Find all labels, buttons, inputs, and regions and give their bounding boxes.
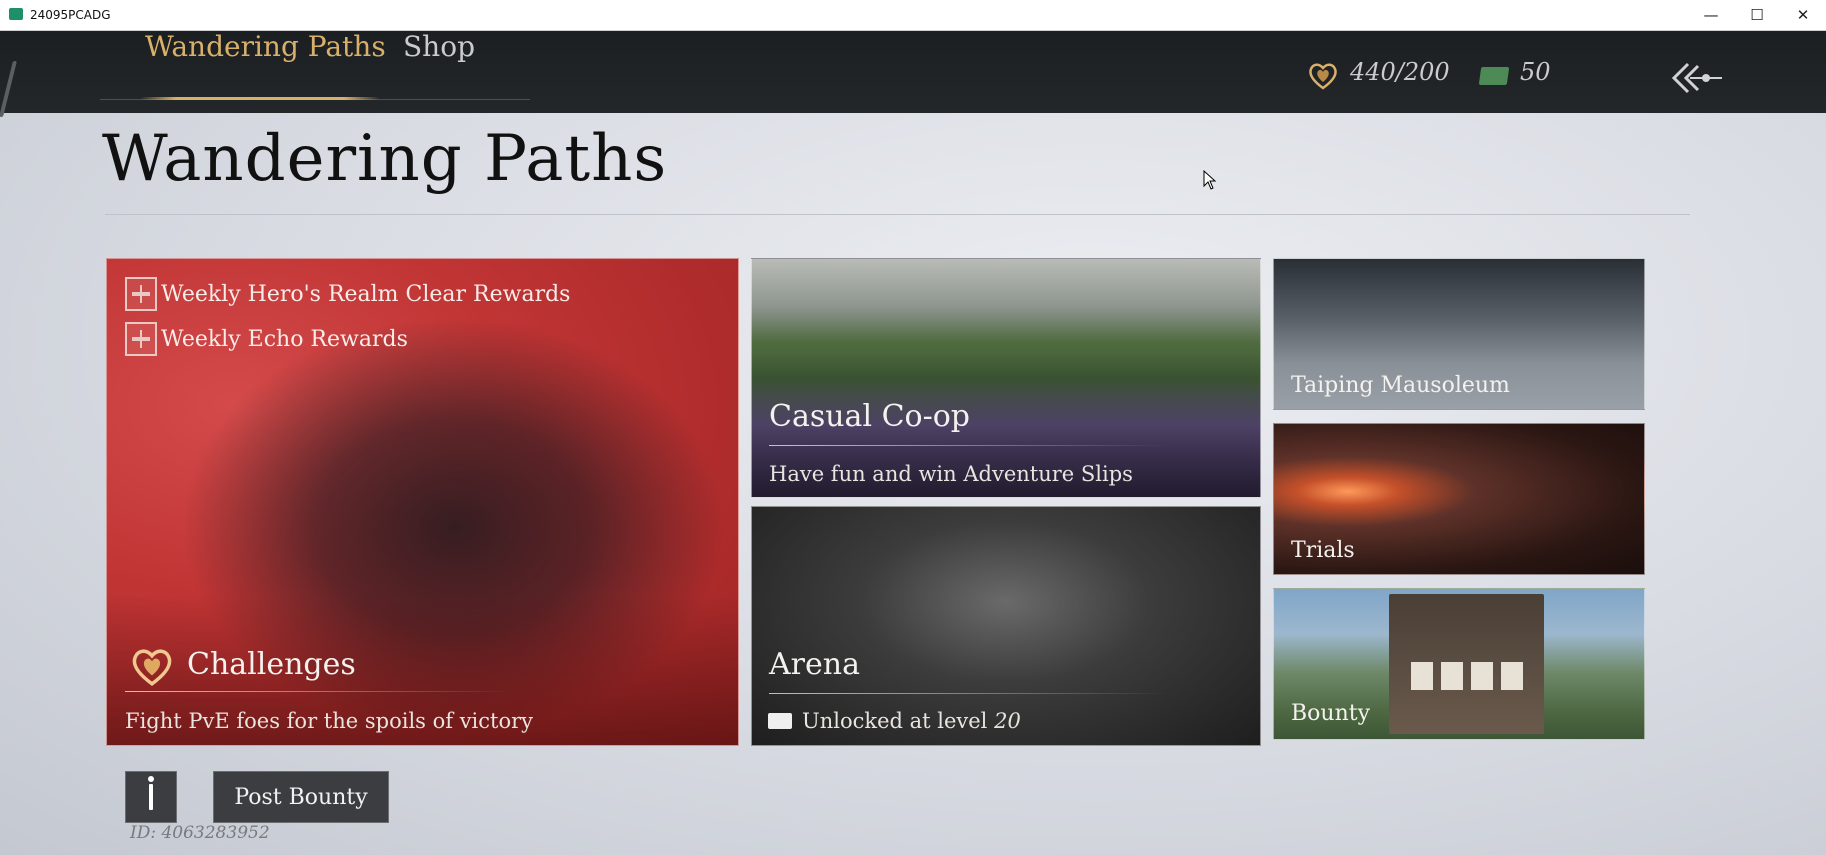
heart-token-icon — [1309, 63, 1337, 90]
adventure-slip-icon — [1478, 67, 1510, 85]
card-subtitle: Fight PvE foes for the spoils of victory — [125, 709, 534, 733]
maximize-button[interactable]: ☐ — [1734, 0, 1780, 30]
reward-row-echo: Weekly Echo Rewards — [125, 322, 408, 356]
app-icon — [9, 8, 23, 20]
reward-row-heros-realm: Weekly Hero's Realm Clear Rewards — [125, 277, 570, 311]
window-titlebar: 24095PCADG — ☐ ✕ — [0, 0, 1826, 31]
reward-label: Weekly Hero's Realm Clear Rewards — [161, 281, 571, 307]
active-tab-indicator — [140, 97, 380, 100]
tab-shop[interactable]: Shop — [403, 30, 475, 63]
heart-token-count: 440/200 — [1350, 58, 1450, 86]
page-title: Wandering Paths — [102, 122, 668, 196]
unlock-label: Unlocked at level — [802, 709, 988, 733]
card-title: Taiping Mausoleum — [1291, 373, 1510, 398]
trials-card[interactable]: Trials — [1273, 423, 1645, 575]
arena-card[interactable]: Arena Unlocked at level 20 — [751, 506, 1261, 746]
close-button[interactable]: ✕ — [1780, 0, 1826, 30]
card-title: Bounty — [1291, 701, 1371, 726]
bounty-paper — [1501, 662, 1523, 690]
card-divider — [769, 445, 1169, 446]
gift-box-icon — [125, 277, 157, 311]
unlock-requirement: Unlocked at level 20 — [802, 709, 1021, 733]
title-divider — [105, 214, 1690, 215]
info-button[interactable] — [125, 771, 177, 823]
reward-label: Weekly Echo Rewards — [161, 326, 408, 352]
unlock-level: 20 — [994, 709, 1021, 733]
post-bounty-button[interactable]: Post Bounty — [213, 771, 389, 823]
challenges-card[interactable]: Weekly Hero's Realm Clear Rewards Weekly… — [106, 258, 739, 746]
bounty-paper — [1471, 662, 1493, 690]
card-title: Trials — [1291, 538, 1355, 563]
gift-box-icon — [125, 322, 157, 356]
adventure-slip-count: 50 — [1520, 58, 1551, 86]
card-divider — [769, 693, 1169, 694]
bounty-paper — [1411, 662, 1433, 690]
taiping-mausoleum-card[interactable]: Taiping Mausoleum — [1273, 258, 1645, 410]
mouse-cursor-icon — [1203, 170, 1217, 190]
card-divider — [125, 691, 515, 692]
minimize-button[interactable]: — — [1688, 0, 1734, 30]
tab-wandering-paths[interactable]: Wandering Paths — [145, 30, 386, 63]
bounty-card[interactable]: Bounty — [1273, 588, 1645, 740]
card-title: Challenges — [187, 647, 356, 682]
window-title: 24095PCADG — [30, 8, 111, 22]
bounty-paper — [1441, 662, 1463, 690]
casual-coop-card[interactable]: Casual Co-op Have fun and win Adventure … — [751, 258, 1261, 498]
decorative-slash — [0, 61, 17, 117]
card-subtitle: Have fun and win Adventure Slips — [769, 462, 1133, 486]
bounty-board-image — [1389, 594, 1544, 734]
card-title: Arena — [769, 647, 860, 682]
card-title: Casual Co-op — [769, 399, 970, 434]
heart-token-icon — [132, 649, 172, 686]
lock-icon — [768, 713, 792, 729]
back-arrow-icon[interactable] — [1668, 58, 1724, 98]
player-id: ID: 4063283952 — [130, 823, 270, 843]
info-icon — [148, 776, 154, 810]
